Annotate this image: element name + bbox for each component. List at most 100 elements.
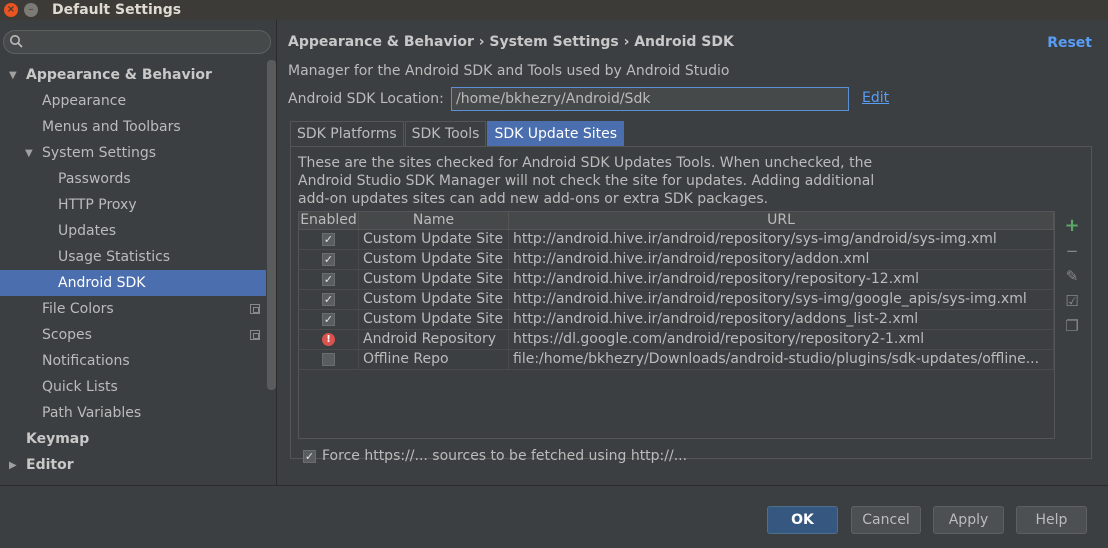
sdk-tabs: SDK Platforms SDK Tools SDK Update Sites — [290, 121, 625, 146]
table-row[interactable]: ! Android Repository https://dl.google.com… — [299, 330, 1054, 350]
reset-link[interactable]: Reset — [1047, 35, 1092, 51]
table-toolbar: + − ✎ ☑ ❐ — [1061, 213, 1083, 338]
error-icon: ! — [322, 333, 335, 346]
settings-content: Appearance & Behavior › System Settings … — [278, 20, 1108, 485]
site-url-cell: file:/home/bkhezry/Downloads/android-stu… — [509, 350, 1054, 369]
sidebar-item-system-settings[interactable]: ▼ System Settings — [0, 140, 266, 166]
sidebar-scrollbar[interactable] — [267, 60, 276, 390]
collapse-arrow-icon[interactable]: ▶ — [9, 460, 17, 471]
site-name-cell: Offline Repo — [359, 350, 509, 369]
search-icon — [10, 35, 23, 48]
enabled-checkbox[interactable]: ✓ — [322, 253, 335, 266]
sidebar-item-label: Appearance & Behavior — [26, 67, 212, 83]
dialog-footer: OK Cancel Apply Help — [0, 485, 1108, 548]
table-row[interactable]: ✓ Custom Update Site http://android.hive.i… — [299, 250, 1054, 270]
sidebar-item-label: File Colors — [42, 301, 114, 317]
breadcrumb: Appearance & Behavior › System Settings … — [288, 34, 734, 50]
table-row[interactable]: ✓ Custom Update Site http://android.hive.i… — [299, 290, 1054, 310]
enabled-cell[interactable]: ✓ — [299, 270, 359, 289]
sidebar-item-label: Path Variables — [42, 405, 142, 421]
table-row[interactable]: ✓ Custom Update Site http://android.hive.i… — [299, 310, 1054, 330]
sidebar-item-appearance[interactable]: Appearance — [0, 88, 266, 114]
sidebar-item-menus-and-toolbars[interactable]: Menus and Toolbars — [0, 114, 266, 140]
site-url-cell: http://android.hive.ir/android/repositor… — [509, 230, 1054, 249]
enabled-cell[interactable]: ✓ — [299, 250, 359, 269]
force-https-option[interactable]: ✓ Force https://... sources to be fetche… — [303, 448, 687, 464]
apply-button[interactable]: Apply — [933, 506, 1004, 534]
cancel-button[interactable]: Cancel — [851, 506, 921, 534]
ok-button[interactable]: OK — [767, 506, 838, 534]
sidebar-item-appearance-behavior[interactable]: ▼ Appearance & Behavior — [0, 62, 266, 88]
site-url-cell: http://android.hive.ir/android/repositor… — [509, 310, 1054, 329]
table-row[interactable]: Offline Repo file:/home/bkhezry/Downloads… — [299, 350, 1054, 370]
remove-icon[interactable]: − — [1061, 238, 1083, 263]
help-button[interactable]: Help — [1016, 506, 1087, 534]
site-name-cell: Custom Update Site — [359, 310, 509, 329]
title-bar: × – Default Settings — [0, 0, 1108, 20]
site-name-cell: Custom Update Site — [359, 250, 509, 269]
sidebar-item-path-variables[interactable]: Path Variables — [0, 400, 266, 426]
enabled-checkbox[interactable]: ✓ — [322, 293, 335, 306]
minimize-window-button[interactable]: – — [24, 3, 38, 17]
sidebar-item-label: Android SDK — [58, 275, 146, 291]
enabled-cell[interactable]: ✓ — [299, 310, 359, 329]
settings-search-input[interactable] — [3, 30, 271, 54]
enabled-cell[interactable]: ✓ — [299, 290, 359, 309]
table-body: ✓ Custom Update Site http://android.hive.i… — [299, 230, 1054, 370]
column-header-enabled[interactable]: Enabled — [299, 212, 359, 229]
sidebar-item-editor[interactable]: ▶ Editor — [0, 452, 266, 478]
expand-arrow-icon[interactable]: ▼ — [9, 70, 17, 81]
update-sites-description: These are the sites checked for Android … — [298, 155, 875, 207]
project-level-icon — [250, 304, 260, 314]
sidebar-item-file-colors[interactable]: File Colors — [0, 296, 266, 322]
window-title: Default Settings — [52, 2, 182, 18]
sidebar-item-usage-statistics[interactable]: Usage Statistics — [0, 244, 266, 270]
table-row[interactable]: ✓ Custom Update Site http://android.hive.i… — [299, 230, 1054, 250]
edit-sdk-location-link[interactable]: Edit — [862, 90, 889, 106]
site-url-cell: http://android.hive.ir/android/repositor… — [509, 270, 1054, 289]
enabled-checkbox[interactable]: ✓ — [322, 313, 335, 326]
settings-tree: ▼ Appearance & Behavior Appearance Menus an… — [0, 62, 266, 478]
enabled-cell[interactable]: ! — [299, 330, 359, 349]
sidebar-item-label: Keymap — [26, 431, 90, 447]
site-url-cell: https://dl.google.com/android/repository… — [509, 330, 1054, 349]
sidebar-item-android-sdk[interactable]: Android SDK — [0, 270, 266, 296]
tab-sdk-tools[interactable]: SDK Tools — [404, 121, 487, 146]
site-name-cell: Custom Update Site — [359, 290, 509, 309]
enabled-checkbox[interactable]: ✓ — [322, 273, 335, 286]
tab-sdk-update-sites[interactable]: SDK Update Sites — [487, 121, 625, 146]
add-icon[interactable]: + — [1061, 213, 1083, 238]
enabled-checkbox[interactable] — [322, 353, 335, 366]
sidebar-item-updates[interactable]: Updates — [0, 218, 266, 244]
sdk-location-field[interactable]: /home/bkhezry/Android/Sdk — [451, 87, 849, 111]
edit-icon[interactable]: ✎ — [1061, 263, 1083, 288]
column-header-name[interactable]: Name — [359, 212, 509, 229]
site-url-cell: http://android.hive.ir/android/repositor… — [509, 290, 1054, 309]
sidebar-item-passwords[interactable]: Passwords — [0, 166, 266, 192]
enabled-checkbox[interactable]: ✓ — [322, 233, 335, 246]
force-https-checkbox[interactable]: ✓ — [303, 449, 316, 463]
table-header: Enabled Name URL — [299, 212, 1054, 230]
close-window-button[interactable]: × — [4, 3, 18, 17]
sidebar-item-quick-lists[interactable]: Quick Lists — [0, 374, 266, 400]
site-name-cell: Custom Update Site — [359, 270, 509, 289]
sidebar-item-label: Updates — [58, 223, 116, 239]
sidebar-item-notifications[interactable]: Notifications — [0, 348, 266, 374]
sdk-update-sites-panel: These are the sites checked for Android … — [290, 146, 1092, 459]
expand-arrow-icon[interactable]: ▼ — [25, 148, 33, 159]
sidebar-item-http-proxy[interactable]: HTTP Proxy — [0, 192, 266, 218]
table-row[interactable]: ✓ Custom Update Site http://android.hive.i… — [299, 270, 1054, 290]
sidebar-item-label: Menus and Toolbars — [42, 119, 181, 135]
sidebar-item-keymap[interactable]: Keymap — [0, 426, 266, 452]
sidebar-item-scopes[interactable]: Scopes — [0, 322, 266, 348]
minimize-icon: – — [28, 4, 34, 15]
sidebar-item-label: HTTP Proxy — [58, 197, 137, 213]
copy-icon[interactable]: ❐ — [1061, 313, 1083, 338]
column-header-url[interactable]: URL — [509, 212, 1054, 229]
page-description: Manager for the Android SDK and Tools us… — [288, 63, 730, 79]
enabled-cell[interactable] — [299, 350, 359, 369]
select-all-icon[interactable]: ☑ — [1061, 288, 1083, 313]
tab-sdk-platforms[interactable]: SDK Platforms — [290, 121, 404, 146]
enabled-cell[interactable]: ✓ — [299, 230, 359, 249]
sidebar-item-label: System Settings — [42, 145, 157, 161]
